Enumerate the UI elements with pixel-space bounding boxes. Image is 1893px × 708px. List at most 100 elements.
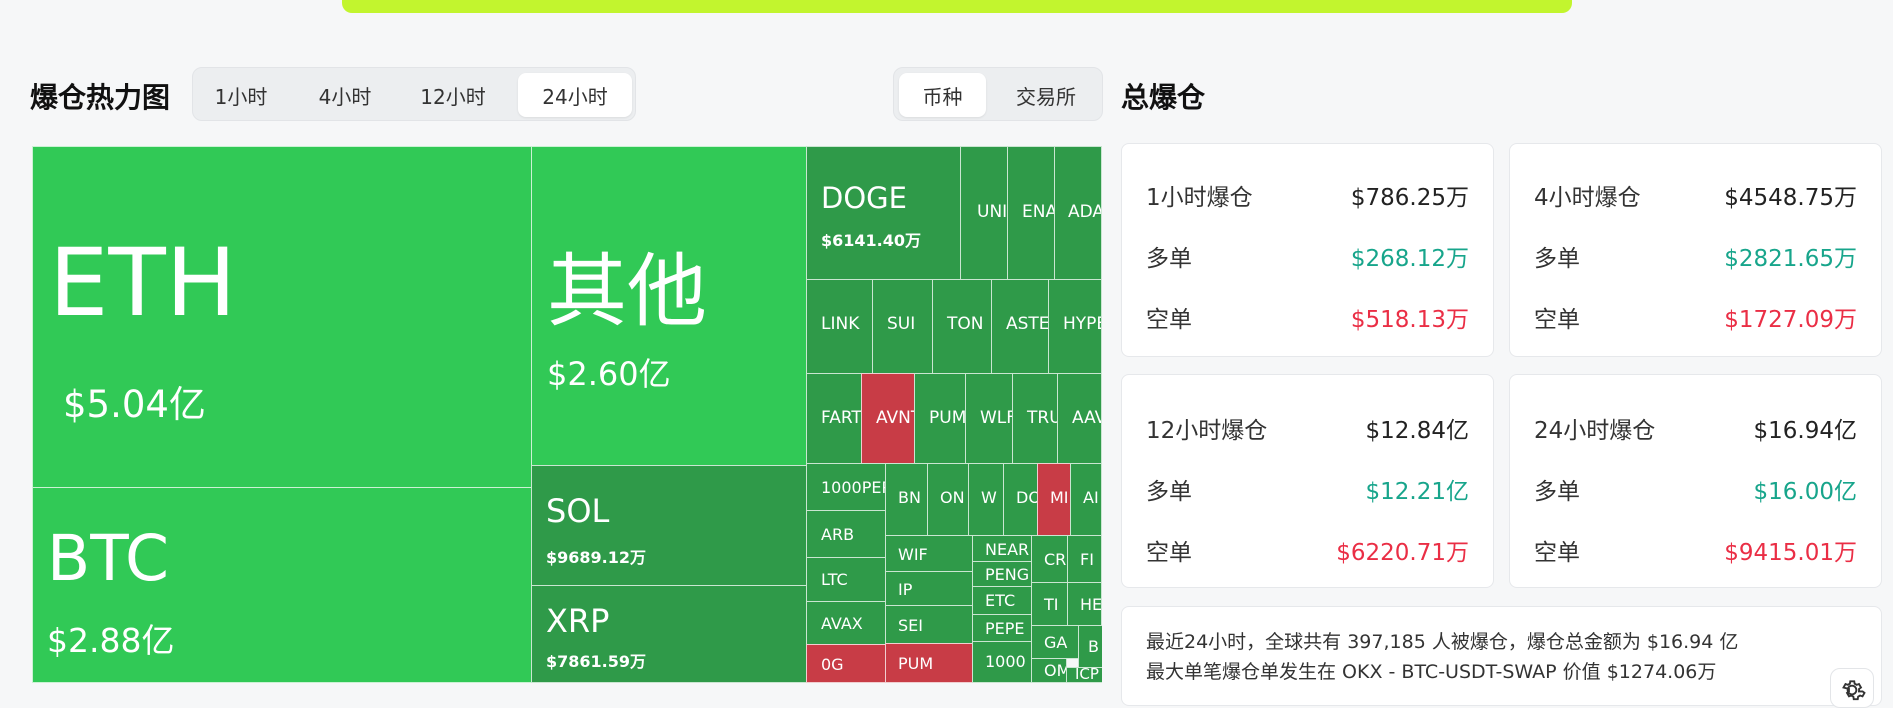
tab-1h[interactable]: 1小时: [199, 73, 283, 117]
heatmap-tile[interactable]: IP: [885, 571, 973, 606]
heatmap-tile[interactable]: DOGE $6141.40万: [806, 146, 961, 280]
tab-24h[interactable]: 24小时: [518, 73, 632, 117]
long-value: $12.21亿: [1365, 479, 1469, 505]
heatmap-tile[interactable]: PEPE: [972, 614, 1032, 642]
tile-amount: $2.88亿: [47, 621, 175, 660]
promo-banner-strip[interactable]: [342, 0, 1572, 13]
heatmap-tile[interactable]: AVAX: [806, 601, 886, 645]
tile-symbol: AAV: [1072, 408, 1101, 428]
heatmap-tile[interactable]: 0G: [806, 644, 886, 683]
heatmap-tile[interactable]: UNI: [960, 146, 1008, 280]
card-label: 4小时爆仓: [1534, 185, 1641, 211]
tile-symbol: NEAR: [985, 540, 1030, 559]
heatmap-tile[interactable]: SEI: [885, 605, 973, 644]
tile-amount: $7861.59万: [546, 652, 647, 671]
heatmap-tile[interactable]: LINK: [806, 279, 873, 374]
summary-line-total: 最近24小时，全球共有 397,185 人被爆仓，爆仓总金额为 $16.94 亿: [1146, 631, 1739, 653]
heatmap-tile[interactable]: ON: [927, 463, 969, 536]
heatmap-tile[interactable]: PUM: [914, 373, 966, 464]
card-label: 1小时爆仓: [1146, 185, 1253, 211]
heatmap-tile[interactable]: SOL $9689.12万: [531, 465, 807, 586]
heatmap-tile[interactable]: TRU: [1012, 373, 1058, 464]
summary-line-largest: 最大单笔爆仓单发生在 OKX - BTC-USDT-SWAP 价值 $1274.…: [1146, 661, 1717, 683]
short-label: 空单: [1146, 540, 1192, 566]
long-label: 多单: [1146, 479, 1192, 505]
short-value: $518.13万: [1350, 307, 1469, 333]
heatmap-tile[interactable]: 1000PEP: [806, 463, 886, 511]
heatmap-tile[interactable]: CR: [1031, 535, 1068, 583]
gear-icon: [1842, 680, 1866, 701]
heatmap-tile[interactable]: FI: [1067, 535, 1102, 583]
tile-amount: $9689.12万: [546, 548, 647, 567]
tab-by-coin[interactable]: 币种: [899, 73, 986, 117]
heatmap-tile[interactable]: ETC: [972, 586, 1032, 615]
heatmap-tile[interactable]: HYPE: [1048, 279, 1102, 374]
tile-symbol: FART: [821, 408, 862, 428]
heatmap-tile[interactable]: ENA: [1007, 146, 1055, 280]
tab-4h[interactable]: 4小时: [303, 73, 387, 117]
heatmap-tile[interactable]: FART: [806, 373, 862, 464]
heatmap-tile[interactable]: HE: [1067, 582, 1102, 626]
tile-symbol: 0G: [821, 655, 844, 674]
tile-symbol: ETC: [985, 591, 1016, 610]
heatmap-tile[interactable]: 其他 $2.60亿: [531, 146, 807, 466]
tile-symbol: HYPE: [1063, 314, 1101, 334]
heatmap-tile[interactable]: PENG: [972, 561, 1032, 587]
card-total: $16.94亿: [1753, 418, 1857, 444]
heatmap-tile[interactable]: ETH $5.04亿: [32, 146, 532, 488]
short-value: $9415.01万: [1724, 540, 1857, 566]
heatmap-tile[interactable]: OM: [1031, 658, 1067, 683]
heatmap-tile[interactable]: WLF: [965, 373, 1013, 464]
heatmap-tile[interactable]: BN: [885, 463, 928, 536]
liquidation-card-4h: 4小时爆仓 $4548.75万 多单 $2821.65万 空单 $1727.09万: [1509, 143, 1882, 357]
heatmap-tile[interactable]: DO: [1003, 463, 1038, 536]
tile-symbol: DOGE: [821, 181, 907, 215]
heatmap-tile[interactable]: LI: [1101, 535, 1102, 583]
short-label: 空单: [1534, 540, 1580, 566]
heatmap-tile[interactable]: BTC $2.88亿: [32, 487, 532, 683]
liquidation-heatmap: ETH $5.04亿 BTC $2.88亿 其他 $2.60亿 SOL $968…: [32, 146, 1102, 683]
card-total: $12.84亿: [1365, 418, 1469, 444]
tile-symbol: TRU: [1027, 408, 1057, 428]
card-label: 12小时爆仓: [1146, 418, 1268, 444]
heatmap-tile[interactable]: AVNT: [861, 373, 915, 464]
heatmap-tile[interactable]: ARB: [806, 510, 886, 558]
heatmap-tile[interactable]: TON: [932, 279, 992, 374]
tile-symbol: PENG: [985, 565, 1030, 584]
heatmap-tile[interactable]: B: [1078, 625, 1102, 668]
long-label: 多单: [1534, 479, 1580, 505]
heatmap-tile[interactable]: NEAR: [972, 535, 1032, 562]
totals-title: 总爆仓: [1121, 81, 1206, 114]
tile-symbol: XRP: [546, 602, 610, 640]
tile-amount: $6141.40万: [821, 231, 922, 250]
long-label: 多单: [1146, 246, 1192, 272]
heatmap-tile[interactable]: TI: [1031, 582, 1068, 626]
liquidation-card-12h: 12小时爆仓 $12.84亿 多单 $12.21亿 空单 $6220.71万: [1121, 374, 1494, 588]
short-value: $6220.71万: [1336, 540, 1469, 566]
heatmap-tile[interactable]: AAV: [1057, 373, 1102, 464]
tile-symbol: SOL: [546, 492, 610, 530]
heatmap-tile[interactable]: WIF: [885, 535, 973, 572]
tile-symbol: PUM: [929, 408, 966, 428]
heatmap-tile[interactable]: MI: [1037, 463, 1071, 536]
heatmap-tile[interactable]: GA: [1031, 625, 1079, 659]
heatmap-tile[interactable]: W: [968, 463, 1004, 536]
heatmap-tile[interactable]: SUI: [872, 279, 933, 374]
heatmap-tile[interactable]: ICP: [1066, 667, 1102, 683]
tab-by-exchange[interactable]: 交易所: [994, 73, 1098, 117]
heatmap-tile[interactable]: ADA: [1054, 146, 1102, 280]
heatmap-tile[interactable]: S: [1101, 582, 1102, 626]
heatmap-tile[interactable]: LTC: [806, 557, 886, 602]
tile-symbol: MI: [1050, 488, 1069, 507]
tab-12h[interactable]: 12小时: [411, 73, 495, 117]
tile-symbol: IP: [898, 580, 913, 599]
heatmap-tile[interactable]: 1000: [972, 641, 1032, 683]
heatmap-tile[interactable]: ASTE: [991, 279, 1049, 374]
tile-symbol: WIF: [898, 545, 928, 564]
settings-button[interactable]: [1830, 668, 1874, 708]
heatmap-tile[interactable]: XRP $7861.59万: [531, 585, 807, 683]
heatmap-tile[interactable]: AI: [1070, 463, 1102, 536]
tile-symbol: LTC: [821, 570, 848, 589]
liquidation-card-24h: 24小时爆仓 $16.94亿 多单 $16.00亿 空单 $9415.01万: [1509, 374, 1882, 588]
heatmap-tile[interactable]: PUM: [885, 643, 973, 683]
